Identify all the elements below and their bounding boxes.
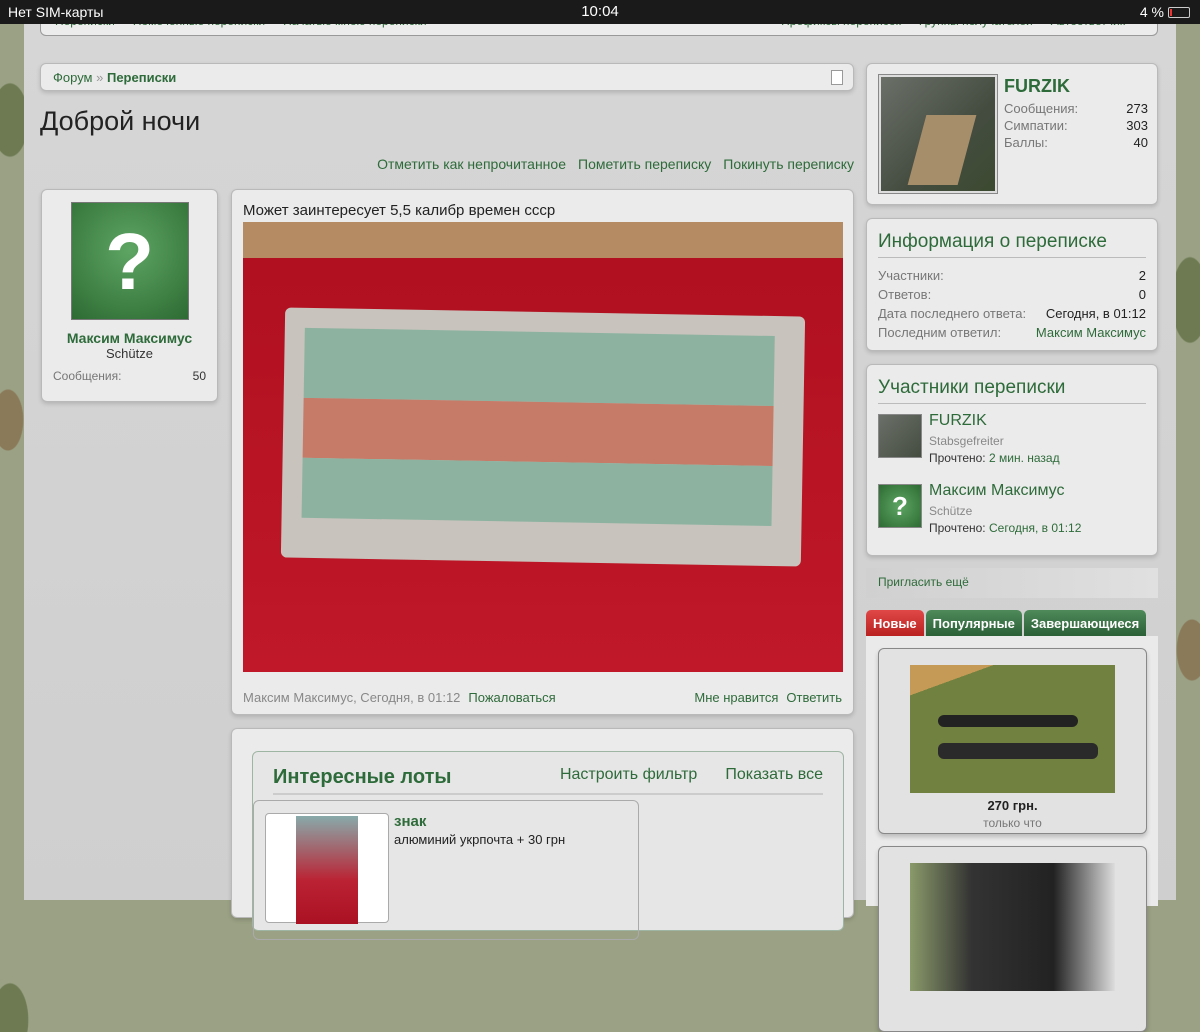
page-icon	[831, 70, 843, 85]
lots-title: Интересные лоты	[273, 766, 452, 788]
read-label: Прочтено:	[929, 451, 986, 465]
report-link[interactable]: Пожаловаться	[468, 690, 555, 705]
read-label: Прочтено:	[929, 521, 986, 535]
lot-time: только что	[983, 816, 1042, 830]
clock: 10:04	[581, 3, 619, 20]
info-value: 0	[1138, 287, 1146, 302]
breadcrumb: Форум » Переписки	[40, 63, 854, 91]
battery-icon	[1168, 6, 1190, 18]
lot-card[interactable]: 270 грн. только что	[878, 648, 1147, 834]
participant-rank: Stabsgefreiter	[929, 434, 1004, 448]
message-text: Может заинтересует 5,5 калибр времен ссс…	[243, 202, 556, 219]
info-label: Дата последнего ответа:	[878, 306, 1027, 321]
star-conversation-link[interactable]: Пометить переписку	[578, 156, 711, 172]
battery-level: 4 %	[1139, 4, 1164, 20]
stat-label: Сообщения:	[1004, 101, 1079, 116]
mark-unread-link[interactable]: Отметить как непрочитанное	[377, 156, 566, 172]
info-label: Участники:	[878, 268, 944, 283]
profile-card: FURZIK Сообщения: 273 Симпатии: 303 Баллы:…	[866, 63, 1158, 205]
read-time: Сегодня, в 01:12	[988, 521, 1082, 535]
last-replier-link[interactable]: Максим Максимус	[1036, 323, 1146, 342]
messages-count: 50	[192, 369, 206, 383]
participant-item: ? Максим Максимус Schütze Прочтено: Сего…	[878, 482, 1146, 548]
author-name[interactable]: Максим Максимус	[42, 330, 217, 346]
info-value: Сегодня, в 01:12	[1045, 306, 1146, 321]
reply-link[interactable]: Ответить	[786, 690, 842, 705]
tab-popular[interactable]: Популярные	[925, 610, 1022, 637]
participant-avatar[interactable]	[878, 414, 922, 458]
author-rank: Schütze	[106, 346, 153, 361]
cartridge-box	[280, 307, 806, 567]
participant-rank: Schütze	[929, 504, 973, 518]
like-link[interactable]: Мне нравится	[694, 690, 778, 705]
stat-value: 303	[1126, 118, 1148, 133]
info-label: Последним ответил:	[878, 325, 1002, 340]
lot-card-image[interactable]	[910, 665, 1115, 793]
message-photo[interactable]	[243, 222, 843, 672]
tab-ending[interactable]: Завершающиеся	[1023, 610, 1147, 637]
stat-value: 40	[1133, 135, 1148, 150]
conversation-info: Информация о переписке Участники: 2 Ответ…	[866, 218, 1158, 351]
breadcrumb-forum[interactable]: Форум	[53, 70, 93, 85]
participants-title: Участники переписки	[878, 377, 1146, 404]
profile-avatar[interactable]	[878, 74, 998, 194]
info-label: Ответов:	[878, 287, 932, 302]
stat-label: Баллы:	[1004, 135, 1048, 150]
lot-card-image[interactable]	[910, 863, 1115, 991]
messages-label: Сообщения:	[53, 369, 122, 383]
invite-more-link[interactable]: Пригласить ещё	[866, 568, 1158, 598]
participants: Участники переписки FURZIK Stabsgefreite…	[866, 364, 1158, 556]
profile-name[interactable]: FURZIK	[1004, 76, 1070, 97]
info-value: 2	[1138, 268, 1146, 283]
status-bar: Нет SIM-карты 10:04 4 %	[0, 0, 1200, 24]
stat-label: Симпатии:	[1004, 118, 1068, 133]
lot-description: алюминий укрпочта + 30 грн	[394, 832, 566, 847]
avatar[interactable]: ?	[70, 202, 189, 320]
conversation-actions: Отметить как непрочитанное Пометить пере…	[377, 156, 854, 172]
lot-item[interactable]: знак алюминий укрпочта + 30 грн	[253, 800, 639, 940]
breadcrumb-current[interactable]: Переписки	[107, 70, 176, 85]
lot-price: 270 грн.	[987, 798, 1038, 813]
author-card: ? Максим Максимус Schütze Сообщения: 50	[41, 189, 218, 402]
participant-avatar[interactable]: ?	[878, 484, 922, 528]
read-time: 2 мин. назад	[988, 451, 1060, 465]
interesting-lots: Интересные лоты Настроить фильтр Показать …	[231, 728, 854, 940]
breadcrumb-separator: »	[96, 70, 104, 85]
message-meta: Максим Максимус, Сегодня, в 01:12	[243, 690, 461, 705]
participant-name[interactable]: FURZIK	[929, 412, 987, 430]
lot-card[interactable]	[878, 846, 1147, 1032]
show-all-link[interactable]: Показать все	[725, 766, 823, 783]
filter-link[interactable]: Настроить фильтр	[560, 766, 697, 783]
tab-new[interactable]: Новые	[866, 610, 924, 637]
lot-image[interactable]	[265, 813, 389, 924]
tab-content: 270 грн. только что	[866, 636, 1158, 1032]
leave-conversation-link[interactable]: Покинуть переписку	[723, 156, 854, 172]
info-title: Информация о переписке	[878, 231, 1146, 258]
participant-name[interactable]: Максим Максимус	[929, 482, 1065, 500]
message: Может заинтересует 5,5 калибр времен ссс…	[231, 189, 854, 715]
stat-value: 273	[1126, 101, 1148, 116]
lot-tabs: Новые Популярные Завершающиеся	[866, 610, 1147, 637]
lot-title[interactable]: знак	[394, 813, 426, 830]
page-title: Доброй ночи	[40, 106, 201, 136]
participant-item: FURZIK Stabsgefreiter Прочтено: 2 мин. н…	[878, 412, 1146, 478]
